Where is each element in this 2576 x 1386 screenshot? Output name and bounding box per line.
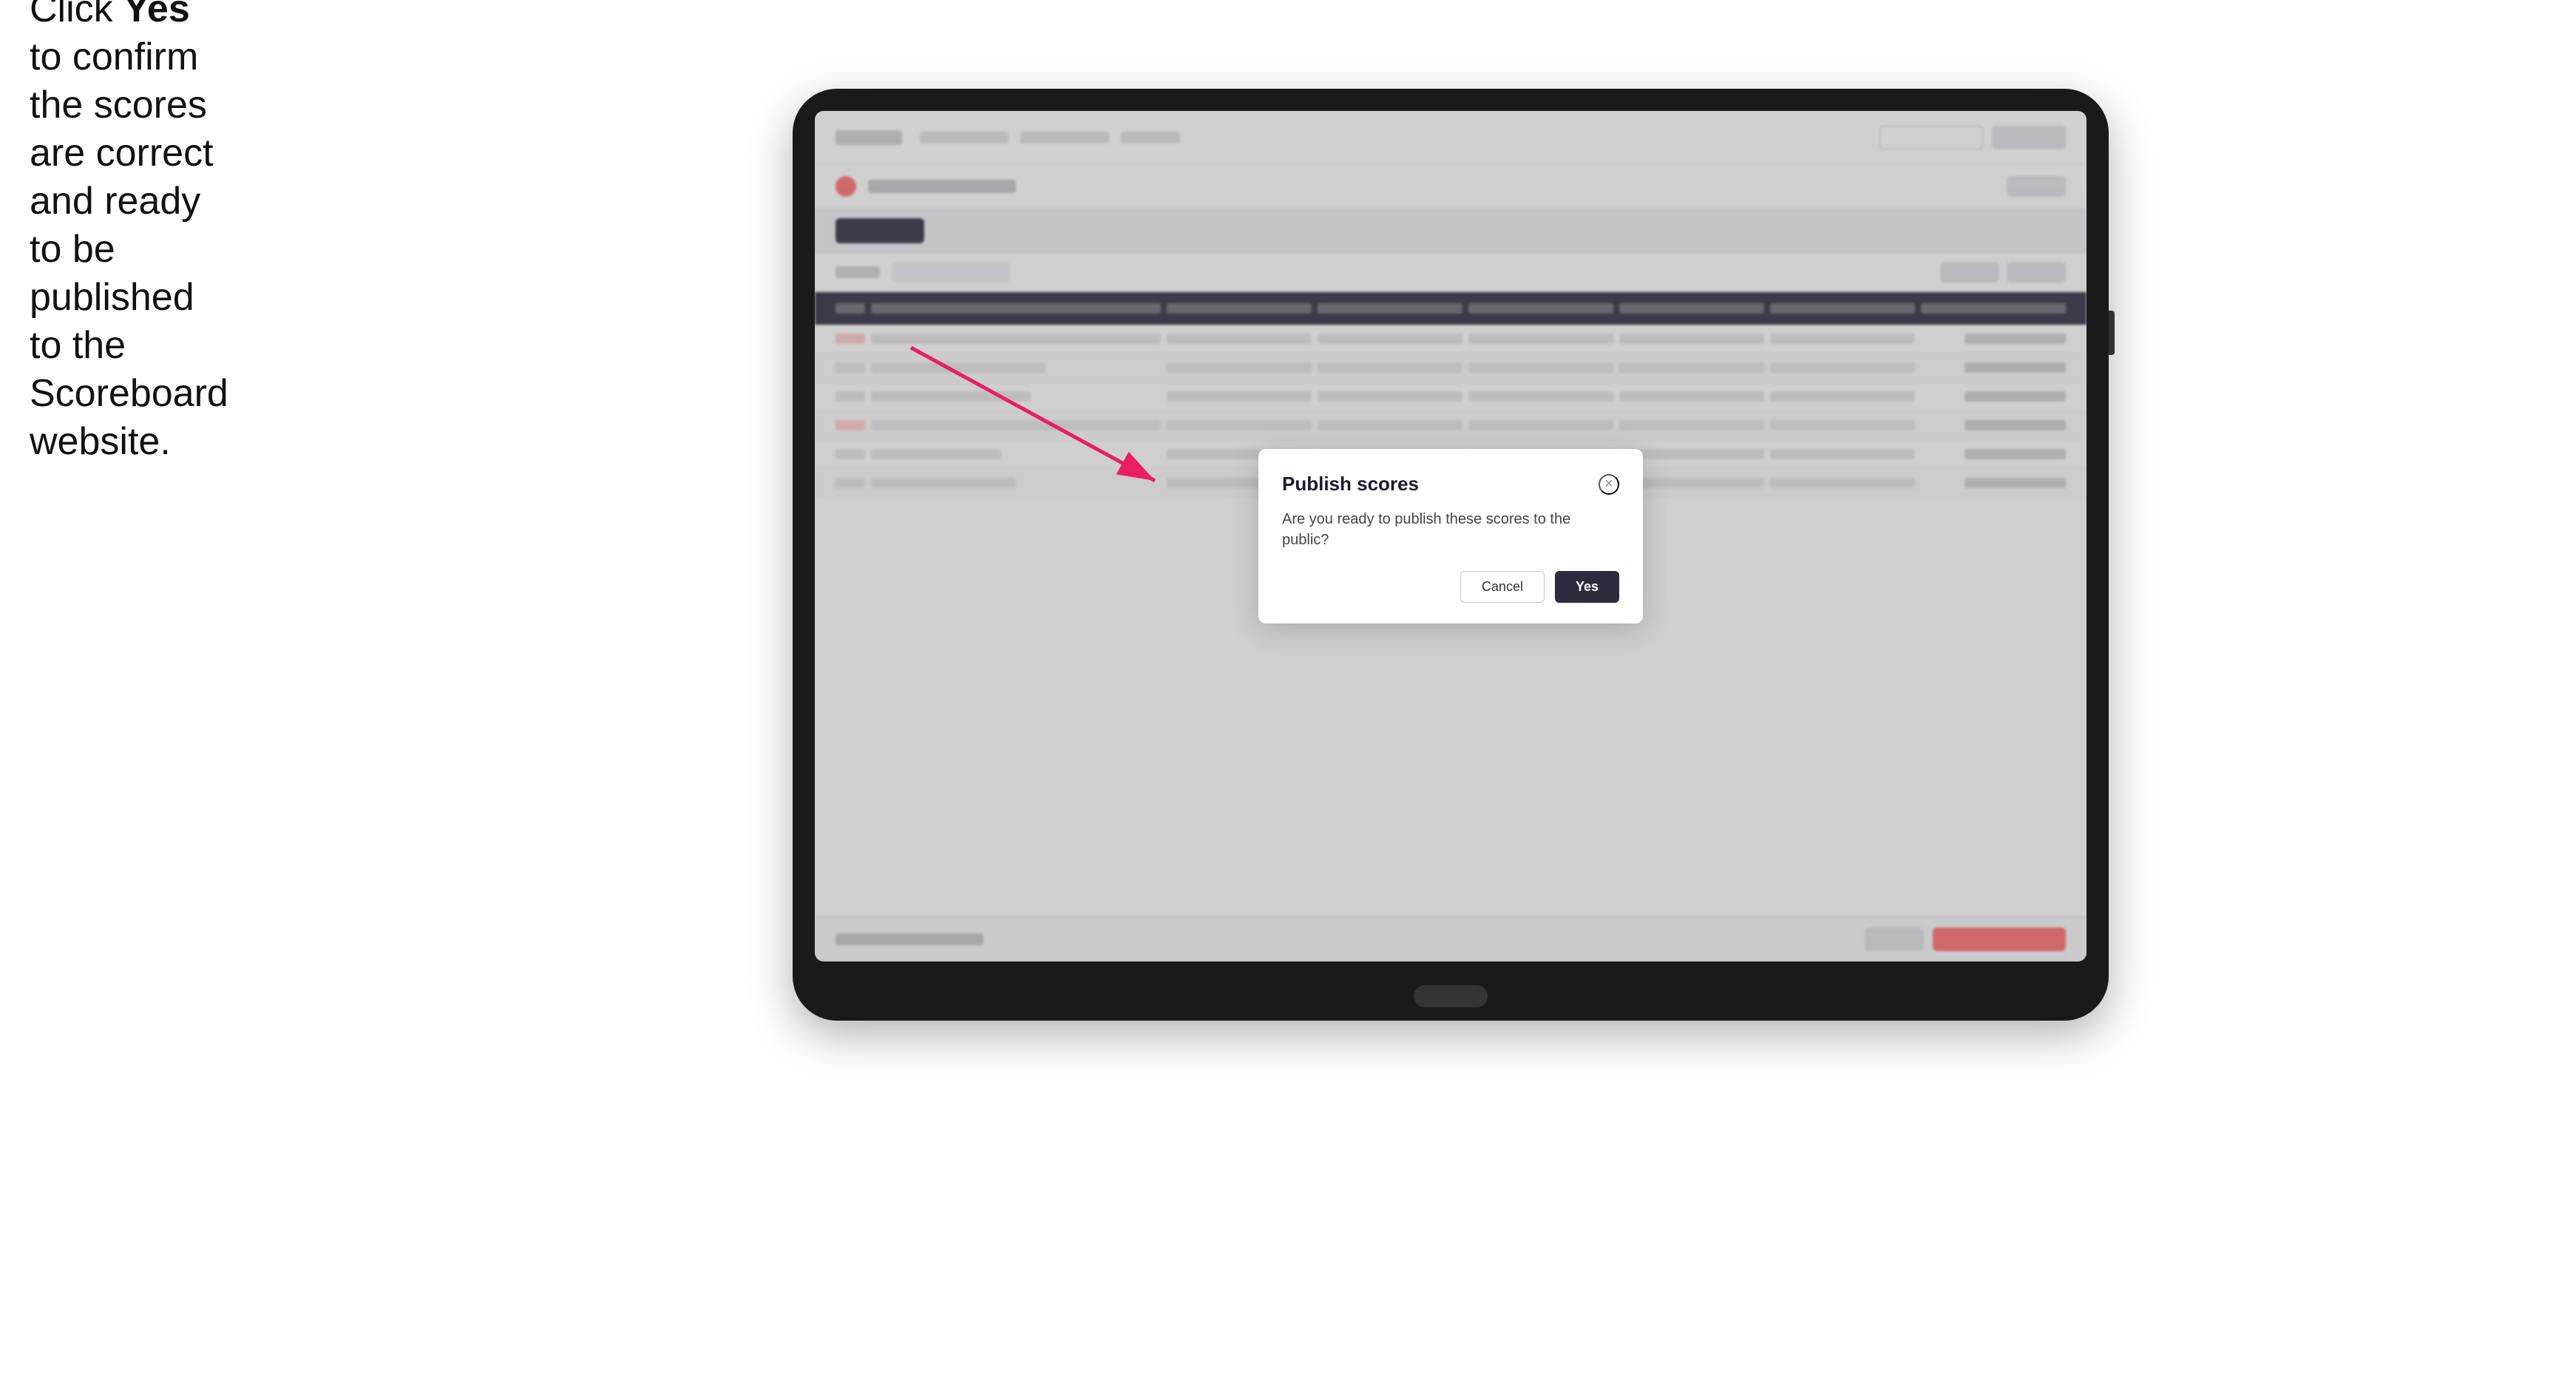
modal-header: Publish scores × <box>1282 473 1619 496</box>
modal-footer: Cancel Yes <box>1282 571 1619 603</box>
modal-body-text: Are you ready to publish these scores to… <box>1282 509 1619 550</box>
cancel-button[interactable]: Cancel <box>1460 571 1545 603</box>
modal-title: Publish scores <box>1282 473 1419 496</box>
tablet-screen: Publish scores × Are you ready to publis… <box>815 111 2087 961</box>
publish-scores-modal: Publish scores × Are you ready to publis… <box>1258 449 1643 623</box>
annotation-bold: Yes <box>123 0 190 30</box>
tablet-section: Publish scores × Are you ready to publis… <box>281 89 2576 1021</box>
tablet-device: Publish scores × Are you ready to publis… <box>793 89 2109 1021</box>
tablet-side-button <box>2109 311 2115 355</box>
annotation-text: Click Yes to confirm the scores are corr… <box>30 0 237 466</box>
tablet-device-wrapper: Publish scores × Are you ready to publis… <box>793 89 2109 1021</box>
yes-button[interactable]: Yes <box>1555 571 1619 603</box>
modal-close-button[interactable]: × <box>1599 474 1619 495</box>
tablet-home-button <box>1414 985 1488 1007</box>
modal-overlay: Publish scores × Are you ready to publis… <box>815 111 2087 961</box>
